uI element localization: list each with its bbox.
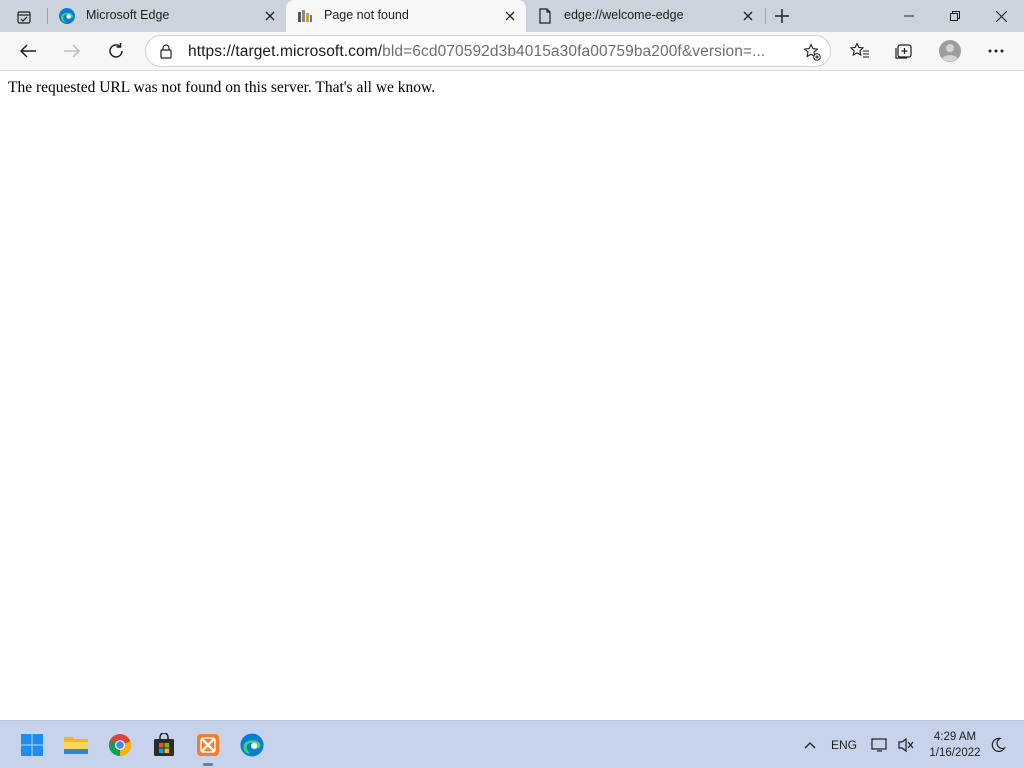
xampp-icon — [197, 734, 219, 756]
taskbar: ENG 4:29 AM 1/16/2022 — [0, 720, 1024, 768]
moon-icon — [991, 737, 1006, 752]
chrome-icon — [108, 734, 132, 757]
start-icon — [21, 734, 43, 756]
language-indicator[interactable]: ENG — [828, 733, 860, 757]
file-explorer-icon — [64, 737, 88, 754]
restore-button[interactable] — [932, 0, 978, 32]
show-hidden-icons-button[interactable] — [800, 733, 820, 757]
tab-actions-button[interactable] — [8, 6, 40, 28]
volume-muted-icon — [898, 737, 914, 753]
page-content: The requested URL was not found on this … — [0, 71, 1024, 720]
favorites-button[interactable] — [845, 37, 875, 65]
tab-page-not-found[interactable]: Page not found — [286, 0, 526, 32]
focus-assist-button[interactable] — [988, 733, 1008, 757]
document-icon — [536, 7, 554, 25]
lock-icon[interactable] — [158, 43, 174, 59]
running-indicator — [203, 763, 213, 766]
profile-button[interactable] — [935, 37, 965, 65]
collections-button[interactable] — [889, 37, 919, 65]
volume-button[interactable] — [896, 733, 916, 757]
forward-button[interactable] — [57, 37, 87, 65]
avatar-icon — [939, 40, 961, 62]
tab-title: edge://welcome-edge — [564, 8, 684, 22]
store-icon — [154, 733, 174, 756]
close-icon — [995, 10, 1007, 22]
tab-actions-icon — [17, 11, 31, 24]
chrome-button[interactable] — [104, 729, 136, 761]
address-bar[interactable]: https://target.microsoft.com/bld=6cd0705… — [145, 35, 831, 67]
page-favicon-icon — [296, 7, 314, 25]
tab-strip: Microsoft Edge Page not found edge://wel… — [0, 0, 1024, 32]
refresh-button[interactable] — [101, 37, 131, 65]
clock-date: 1/16/2022 — [929, 747, 981, 759]
xampp-button[interactable] — [192, 729, 224, 761]
close-window-button[interactable] — [978, 0, 1024, 32]
browser-toolbar: https://target.microsoft.com/bld=6cd0705… — [0, 32, 1024, 71]
settings-menu-button[interactable] — [981, 37, 1011, 65]
error-message: The requested URL was not found on this … — [8, 79, 436, 96]
minimize-icon — [904, 15, 914, 17]
restore-icon — [950, 11, 960, 21]
arrow-right-icon — [64, 44, 81, 58]
close-tab-icon[interactable] — [262, 8, 278, 24]
edge-taskbar-button[interactable] — [236, 729, 268, 761]
edge-logo-icon — [58, 7, 76, 25]
file-explorer-button[interactable] — [60, 729, 92, 761]
network-icon — [871, 738, 887, 752]
tab-title: Page not found — [324, 8, 409, 22]
url-path: bld=6cd070592d3b4015a30fa00759ba200f&ver… — [382, 43, 766, 60]
url-text[interactable]: https://target.microsoft.com/bld=6cd0705… — [188, 43, 788, 61]
close-tab-icon[interactable] — [502, 8, 518, 24]
tab-welcome-edge[interactable]: edge://welcome-edge — [526, 0, 764, 32]
network-button[interactable] — [870, 733, 890, 757]
favorites-icon — [850, 42, 869, 58]
tab-title: Microsoft Edge — [86, 8, 170, 22]
clock-time: 4:29 AM — [933, 731, 977, 743]
add-favorite-icon[interactable] — [802, 42, 822, 62]
arrow-left-icon — [19, 44, 36, 58]
close-tab-icon[interactable] — [740, 8, 756, 24]
tab-microsoft-edge[interactable]: Microsoft Edge — [48, 0, 286, 32]
refresh-icon — [109, 43, 123, 58]
plus-icon — [775, 9, 789, 23]
start-button[interactable] — [16, 729, 48, 761]
more-icon — [988, 49, 1004, 53]
minimize-button[interactable] — [886, 0, 932, 32]
clock[interactable]: 4:29 AM 1/16/2022 — [920, 729, 990, 761]
chevron-up-icon — [804, 742, 816, 749]
edge-icon — [240, 733, 264, 757]
tab-separator — [765, 8, 766, 24]
url-host: https://target.microsoft.com/ — [188, 43, 383, 60]
back-button[interactable] — [13, 37, 43, 65]
collections-icon — [895, 44, 912, 59]
new-tab-button[interactable] — [770, 5, 794, 27]
store-button[interactable] — [148, 729, 180, 761]
